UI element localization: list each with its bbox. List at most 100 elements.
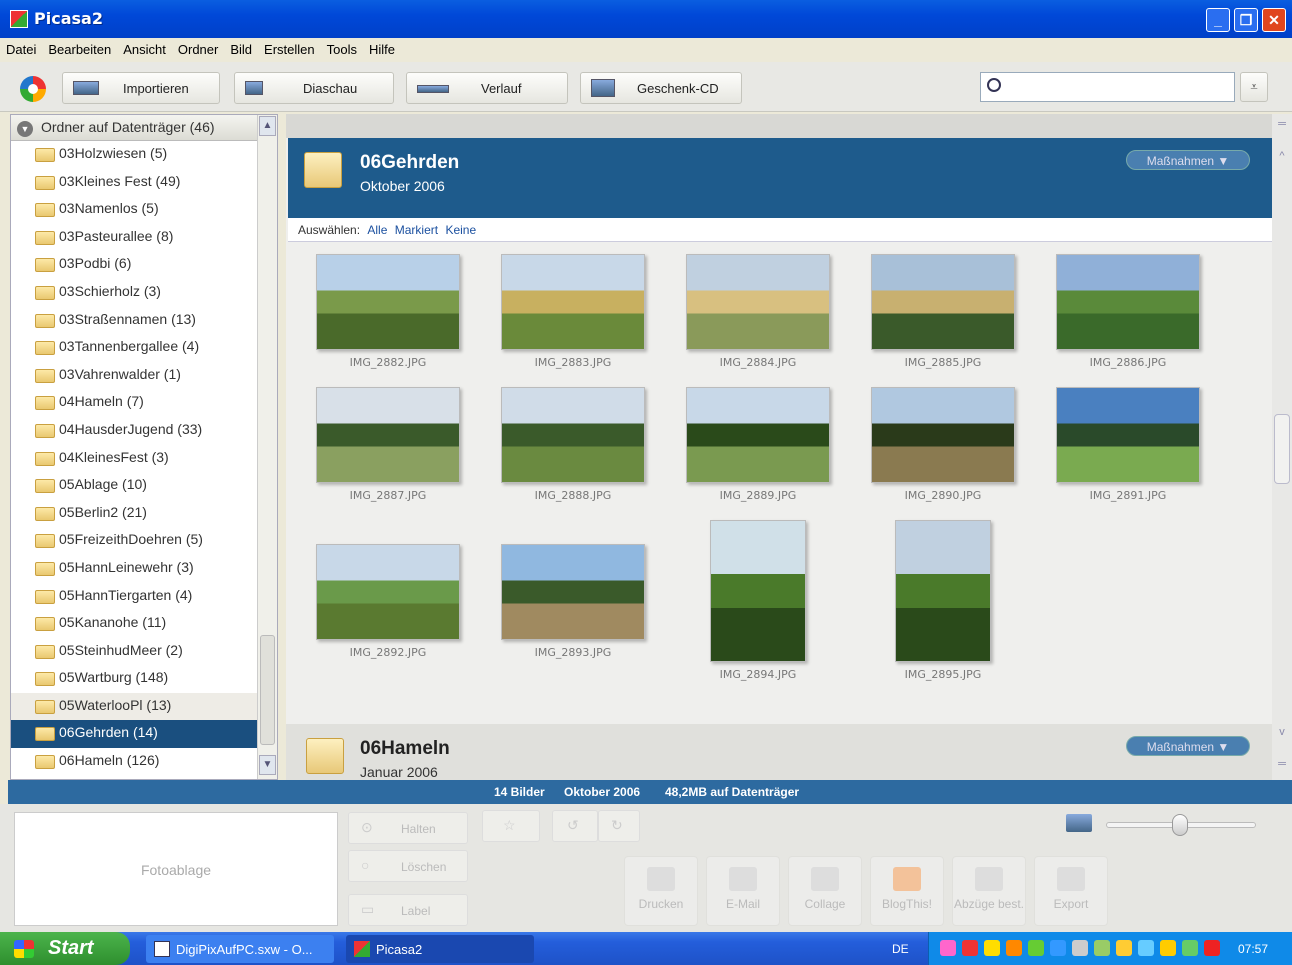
rotate-right-button[interactable]: ↻ xyxy=(598,810,640,842)
scroll-down-icon[interactable]: v xyxy=(1274,726,1290,744)
sidebar-scrollbar[interactable]: ▲ ▼ xyxy=(257,115,277,779)
folder-item[interactable]: 03Namenlos (5) xyxy=(11,196,257,224)
slideshow-button[interactable]: Diaschau xyxy=(234,72,394,104)
folder-item[interactable]: 05Kananohe (11) xyxy=(11,610,257,638)
search-clear-button[interactable]: ⩡ xyxy=(1240,72,1268,102)
tray-app-icon[interactable] xyxy=(1160,940,1176,956)
album2-actions-button[interactable]: Maßnahmen ▼ xyxy=(1126,736,1250,756)
menu-hilfe[interactable]: Hilfe xyxy=(363,38,401,57)
folder-item[interactable]: 03Straßennamen (13) xyxy=(11,307,257,335)
album-actions-button[interactable]: Maßnahmen ▼ xyxy=(1126,150,1250,170)
menu-ordner[interactable]: Ordner xyxy=(172,38,224,57)
tray-app-icon[interactable] xyxy=(1116,940,1132,956)
folder-item[interactable]: 05Ablage (10) xyxy=(11,472,257,500)
label-button[interactable]: ▭ Label xyxy=(348,894,468,926)
taskbar-item-picasa[interactable]: Picasa2 xyxy=(346,935,534,963)
folder-item[interactable]: 06Gehrden (14) xyxy=(11,720,257,749)
hold-button[interactable]: ⊙ Halten xyxy=(348,812,468,844)
tray-app-icon[interactable] xyxy=(1204,940,1220,956)
scroll-down-icon[interactable]: ▼ xyxy=(259,755,276,775)
tray-app-icon[interactable] xyxy=(1028,940,1044,956)
taskbar-item-document[interactable]: DigiPixAufPC.sxw - O... xyxy=(146,935,334,963)
tray-app-icon[interactable] xyxy=(940,940,956,956)
close-button[interactable]: ✕ xyxy=(1262,8,1286,32)
folder-item[interactable]: 05HannTiergarten (4) xyxy=(11,583,257,611)
star-button[interactable]: ☆ xyxy=(482,810,540,842)
scroll-up-icon[interactable]: ^ xyxy=(1274,150,1290,168)
start-button[interactable]: Start xyxy=(0,932,130,965)
rotate-left-button[interactable]: ↺ xyxy=(552,810,598,842)
folder-item[interactable]: 03Vahrenwalder (1) xyxy=(11,362,257,390)
library-scrollbar[interactable]: ═ ^ v ═ xyxy=(1272,114,1292,780)
blogthis-button[interactable]: BlogThis! xyxy=(870,856,944,926)
photo-thumbnail[interactable] xyxy=(895,520,991,662)
folder-group-header[interactable]: ▼ Ordner auf Datenträger (46) xyxy=(11,115,277,141)
folder-item[interactable]: 04Hameln (7) xyxy=(11,389,257,417)
folder-item[interactable]: 04KleinesFest (3) xyxy=(11,445,257,473)
scroll-up-icon[interactable]: ▲ xyxy=(259,116,276,136)
gift-cd-button[interactable]: Geschenk-CD xyxy=(580,72,742,104)
folder-item[interactable]: 05HannLeinewehr (3) xyxy=(11,555,257,583)
folder-item[interactable]: 03Schierholz (3) xyxy=(11,279,257,307)
menu-erstellen[interactable]: Erstellen xyxy=(258,38,321,57)
minimize-button[interactable]: _ xyxy=(1206,8,1230,32)
photo-thumbnail[interactable] xyxy=(1056,387,1200,483)
export-button[interactable]: Export xyxy=(1034,856,1108,926)
tray-app-icon[interactable] xyxy=(962,940,978,956)
tray-app-icon[interactable] xyxy=(1072,940,1088,956)
menu-datei[interactable]: Datei xyxy=(0,38,42,57)
scroll-top-icon[interactable]: ═ xyxy=(1274,118,1290,136)
tray-app-icon[interactable] xyxy=(984,940,1000,956)
folder-item[interactable]: 03Tannenbergallee (4) xyxy=(11,334,257,362)
zoom-slider-thumb[interactable] xyxy=(1172,814,1188,836)
photo-thumbnail[interactable] xyxy=(686,387,830,483)
folder-item[interactable]: 06Hameln (126) xyxy=(11,748,257,776)
select-all-link[interactable]: Alle xyxy=(367,223,387,237)
language-indicator[interactable]: DE xyxy=(892,942,909,956)
folder-item[interactable]: 03Podbi (6) xyxy=(11,251,257,279)
collapse-icon[interactable]: ▼ xyxy=(17,121,33,137)
scroll-thumb[interactable] xyxy=(1274,414,1290,484)
tray-app-icon[interactable] xyxy=(1138,940,1154,956)
import-button[interactable]: Importieren xyxy=(62,72,220,104)
photo-thumbnail[interactable] xyxy=(1056,254,1200,350)
folder-item[interactable]: 03Kleines Fest (49) xyxy=(11,169,257,197)
maximize-button[interactable]: ❐ xyxy=(1234,8,1258,32)
tray-app-icon[interactable] xyxy=(1182,940,1198,956)
menu-ansicht[interactable]: Ansicht xyxy=(117,38,172,57)
photo-thumbnail[interactable] xyxy=(501,254,645,350)
photo-thumbnail[interactable] xyxy=(501,387,645,483)
folder-item[interactable]: 05SteinhudMeer (2) xyxy=(11,638,257,666)
email-button[interactable]: E-Mail xyxy=(706,856,780,926)
timeline-button[interactable]: Verlauf xyxy=(406,72,568,104)
tray-app-icon[interactable] xyxy=(1006,940,1022,956)
menu-bild[interactable]: Bild xyxy=(224,38,258,57)
folder-item[interactable]: 03Pasteurallee (8) xyxy=(11,224,257,252)
select-none-link[interactable]: Keine xyxy=(445,223,476,237)
photo-thumbnail[interactable] xyxy=(871,254,1015,350)
menu-tools[interactable]: Tools xyxy=(321,38,363,57)
photo-thumbnail[interactable] xyxy=(871,387,1015,483)
delete-button[interactable]: ○ Löschen xyxy=(348,850,468,882)
photo-thumbnail[interactable] xyxy=(316,254,460,350)
folder-item[interactable]: 05WaterlooPl (13) xyxy=(11,692,257,721)
order-prints-button[interactable]: Abzüge best. xyxy=(952,856,1026,926)
search-input[interactable] xyxy=(980,72,1235,102)
tray-app-icon[interactable] xyxy=(1094,940,1110,956)
menu-bearbeiten[interactable]: Bearbeiten xyxy=(42,38,117,57)
folder-item[interactable]: 05Wartburg (148) xyxy=(11,665,257,693)
folder-item[interactable]: 04HausderJugend (33) xyxy=(11,417,257,445)
photo-tray[interactable]: Fotoablage xyxy=(14,812,338,926)
photo-thumbnail[interactable] xyxy=(710,520,806,662)
scroll-thumb[interactable] xyxy=(260,635,275,745)
photo-thumbnail[interactable] xyxy=(316,544,460,640)
photo-thumbnail[interactable] xyxy=(501,544,645,640)
scroll-bottom-icon[interactable]: ═ xyxy=(1274,758,1290,776)
print-button[interactable]: Drucken xyxy=(624,856,698,926)
select-marked-link[interactable]: Markiert xyxy=(395,223,438,237)
folder-item[interactable]: 05Berlin2 (21) xyxy=(11,500,257,528)
collage-button[interactable]: Collage xyxy=(788,856,862,926)
photo-thumbnail[interactable] xyxy=(686,254,830,350)
tray-app-icon[interactable] xyxy=(1050,940,1066,956)
folder-item[interactable]: 03Holzwiesen (5) xyxy=(11,141,257,169)
